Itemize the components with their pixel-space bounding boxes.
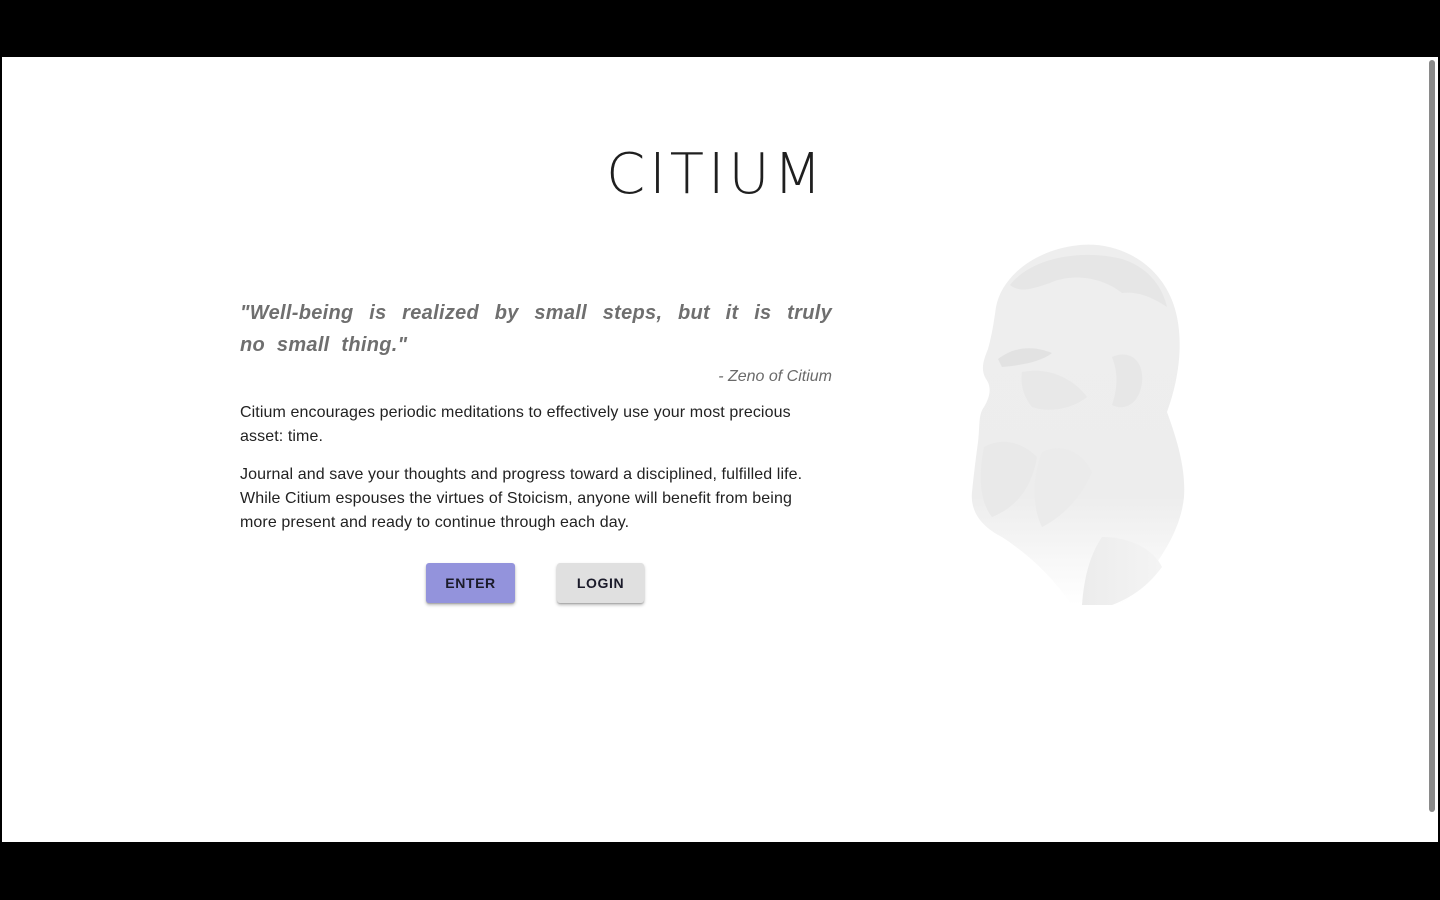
scrollbar-thumb[interactable] [1429, 60, 1435, 812]
zeno-bust-image [962, 237, 1202, 607]
description-paragraph-1: Citium encourages periodic meditations t… [240, 404, 791, 445]
quote-author: - Zeno of Citium [718, 368, 832, 385]
page-title: CITIUM [606, 142, 826, 207]
action-buttons: ENTER LOGIN [426, 563, 726, 603]
login-button[interactable]: LOGIN [557, 563, 644, 603]
quote-text: "Well-being is realized by small steps, … [240, 302, 832, 356]
bust-illustration [971, 244, 1185, 605]
vertical-scrollbar[interactable] [1426, 57, 1438, 842]
intro-section: "Well-being is realized by small steps, … [240, 297, 832, 535]
enter-button[interactable]: ENTER [426, 563, 515, 603]
description-paragraph-2: Journal and save your thoughts and progr… [240, 466, 803, 531]
page-viewport: CITIUM "Well-being is realized by small … [2, 57, 1438, 842]
